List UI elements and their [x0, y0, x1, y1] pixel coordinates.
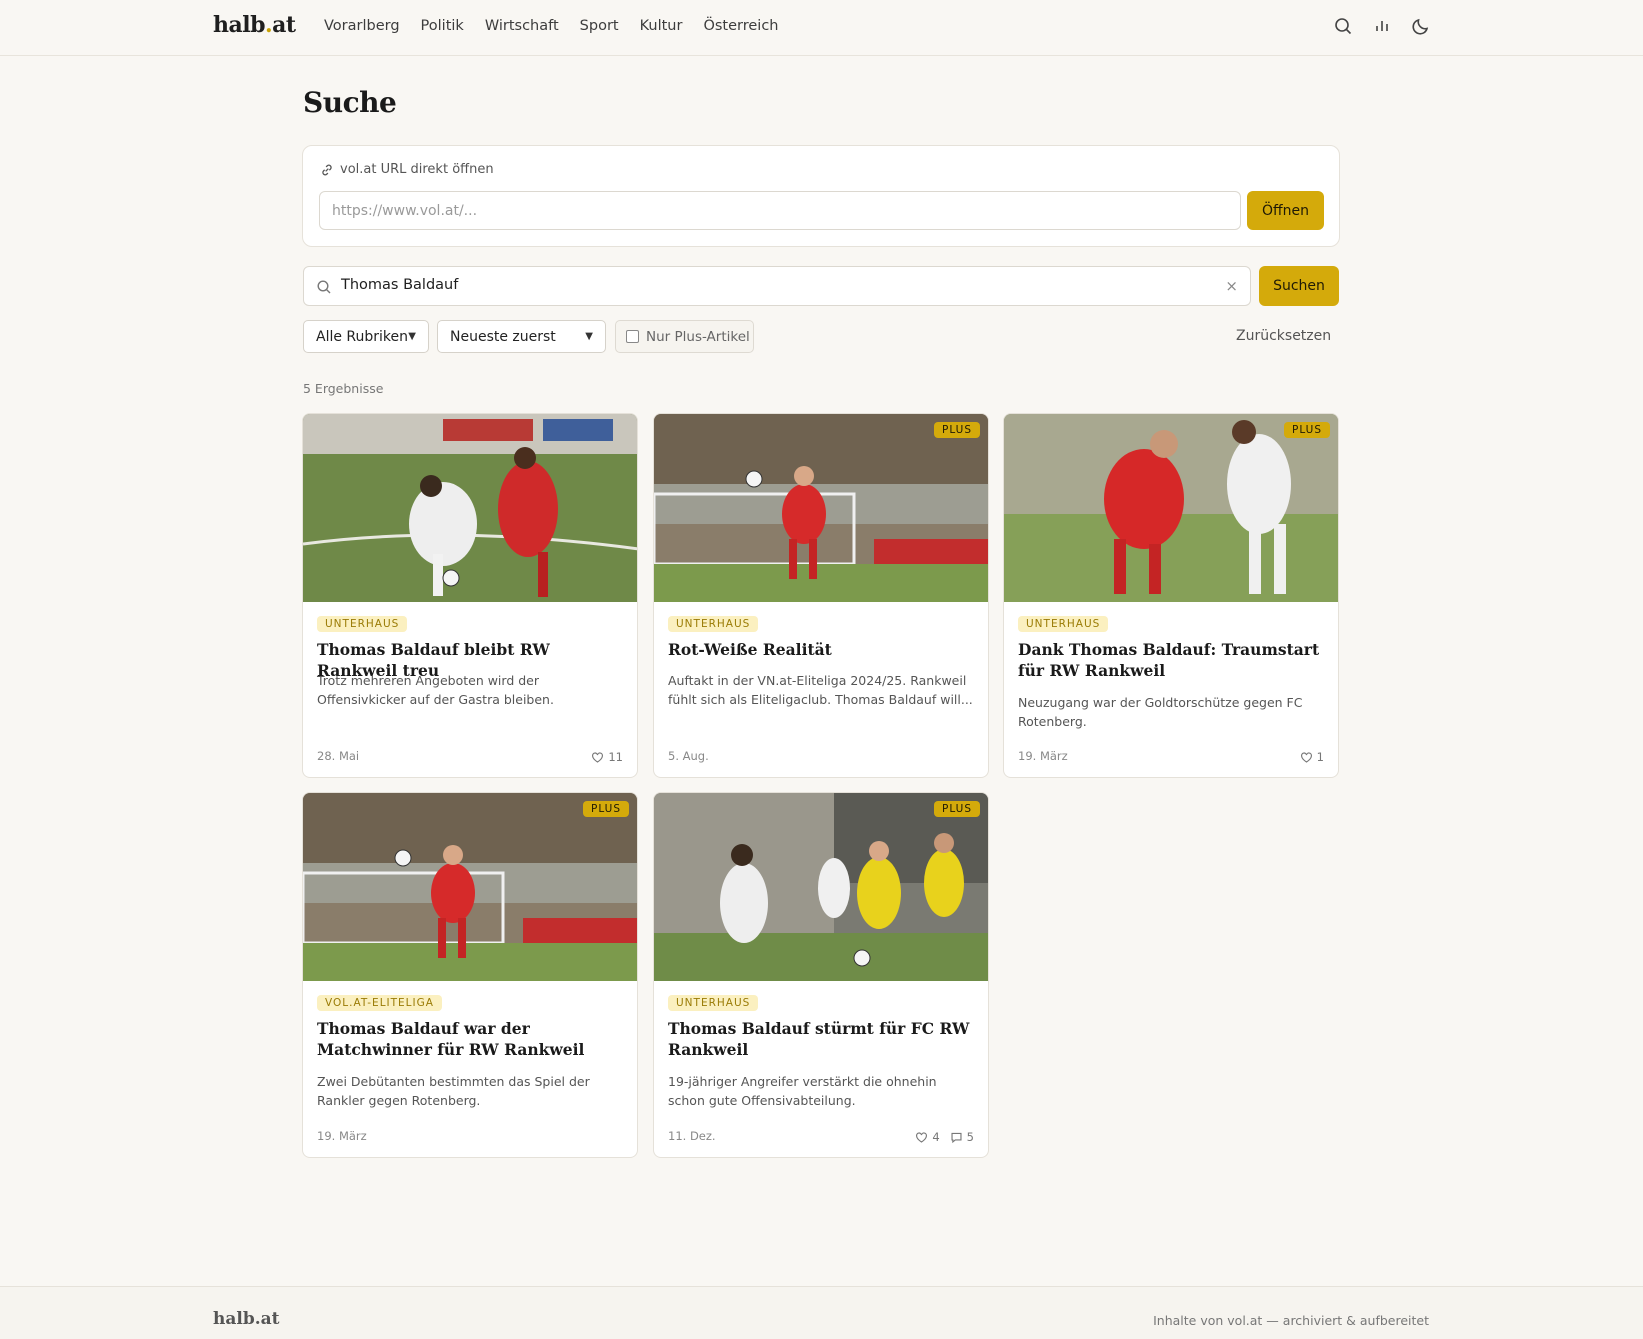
plus-only-label: Nur Plus-Artikel [646, 328, 750, 345]
chart-icon[interactable] [1372, 16, 1392, 36]
article-meta: 11 [591, 750, 623, 764]
article-description: Zwei Debütanten bestimmten das Spiel der… [317, 1074, 590, 1108]
plus-badge: PLUS [582, 801, 629, 817]
search-icon[interactable] [1333, 16, 1353, 36]
nav-item-kultur[interactable]: Kultur [640, 18, 683, 34]
article-description: Trotz mehreren Angeboten wird der Offens… [317, 673, 554, 707]
search-input[interactable]: Thomas Baldauf × [303, 266, 1251, 306]
plus-badge: PLUS [1283, 422, 1330, 438]
category-tag: VOL.AT-ELITELIGA [317, 995, 442, 1011]
heart-icon [916, 1131, 928, 1143]
article-card[interactable]: PLUS UNTERHAUS Rot-Weiße Realität Auftak… [653, 413, 989, 778]
moon-icon[interactable] [1411, 16, 1431, 36]
search-button[interactable]: Suchen [1259, 266, 1339, 306]
chevron-down-icon: ▼ [585, 331, 593, 342]
article-date: 5. Aug. [668, 749, 709, 763]
article-image[interactable] [654, 793, 988, 981]
url-open-panel: vol.at URL direkt öffnen Öffnen [302, 145, 1340, 247]
plus-only-filter[interactable]: Nur Plus-Artikel [615, 320, 754, 353]
plus-badge: PLUS [933, 422, 980, 438]
sort-select-value: Neueste zuerst [450, 328, 556, 345]
article-card[interactable]: UNTERHAUS Thomas Baldauf bleibt RW Rankw… [302, 413, 638, 778]
url-label: vol.at URL direkt öffnen [320, 162, 494, 177]
article-card[interactable]: PLUS VOL.AT-ELITELIGA Thomas Baldauf war… [302, 792, 638, 1158]
comment-count: 5 [950, 1130, 974, 1144]
article-meta: 1 [1300, 750, 1324, 764]
nav-item-oesterreich[interactable]: Österreich [703, 18, 778, 34]
article-image[interactable] [303, 414, 637, 602]
like-count-value: 1 [1316, 750, 1324, 764]
article-date: 28. Mai [317, 749, 360, 763]
header-actions [1333, 16, 1431, 36]
article-description: Auftakt in der VN.at-Eliteliga 2024/25. … [668, 673, 973, 707]
article-description: Neuzugang war der Goldtorschütze gegen F… [1018, 695, 1303, 729]
chevron-down-icon: ▼ [408, 331, 416, 342]
site-logo[interactable]: halb.at [213, 12, 296, 38]
article-meta: 4 5 [915, 1130, 974, 1144]
reset-button[interactable]: Zurücksetzen [1236, 328, 1331, 344]
page-title: Suche [303, 86, 397, 119]
top-navigation-bar: halb.at Vorarlberg Politik Wirtschaft Sp… [0, 0, 1643, 56]
article-title[interactable]: Thomas Baldauf war der Matchwinner für R… [317, 1018, 627, 1060]
link-icon [322, 164, 332, 175]
search-value[interactable]: Thomas Baldauf [341, 277, 458, 293]
nav-item-vorarlberg[interactable]: Vorarlberg [324, 18, 400, 34]
article-card[interactable]: PLUS UNTERHAUS Dank Thomas Baldauf: Trau… [1003, 413, 1339, 778]
nav-item-politik[interactable]: Politik [421, 18, 464, 34]
footer-text: Inhalte von vol.at — archiviert & aufber… [1153, 1313, 1429, 1328]
search-icon [317, 280, 331, 294]
url-label-text: vol.at URL direkt öffnen [340, 162, 494, 177]
article-title[interactable]: Rot-Weiße Realität [668, 639, 978, 660]
category-tag: UNTERHAUS [668, 616, 759, 632]
article-date: 11. Dez. [668, 1129, 716, 1143]
comment-icon [951, 1132, 962, 1143]
open-url-button[interactable]: Öffnen [1247, 191, 1324, 230]
nav-item-sport[interactable]: Sport [580, 18, 619, 34]
category-tag: UNTERHAUS [1018, 616, 1109, 632]
plus-only-checkbox[interactable] [626, 330, 639, 343]
footer-logo[interactable]: halb.at [213, 1309, 280, 1329]
article-date: 19. März [317, 1129, 367, 1143]
heart-icon [1300, 751, 1312, 763]
footer: halb.at Inhalte von vol.at — archiviert … [0, 1286, 1643, 1339]
url-input[interactable] [319, 191, 1241, 230]
article-title[interactable]: Thomas Baldauf stürmt für FC RW Rankweil [668, 1018, 978, 1060]
heart-icon [592, 751, 604, 763]
category-tag: UNTERHAUS [317, 616, 408, 632]
like-count-value: 4 [932, 1130, 940, 1144]
like-count-value: 11 [608, 750, 623, 764]
nav-item-wirtschaft[interactable]: Wirtschaft [485, 18, 559, 34]
article-title[interactable]: Dank Thomas Baldauf: Traumstart für RW R… [1018, 639, 1328, 681]
article-date: 19. März [1018, 749, 1068, 763]
sort-select[interactable]: Neueste zuerst ▼ [437, 320, 606, 353]
main-nav: Vorarlberg Politik Wirtschaft Sport Kult… [324, 18, 779, 34]
rubrik-select-value: Alle Rubriken [316, 328, 409, 345]
article-card[interactable]: PLUS UNTERHAUS Thomas Baldauf stürmt für… [653, 792, 989, 1158]
like-count: 4 [915, 1130, 940, 1144]
article-image[interactable] [1004, 414, 1338, 602]
article-image[interactable] [303, 793, 637, 981]
comment-count-value: 5 [966, 1130, 974, 1144]
plus-badge: PLUS [933, 801, 980, 817]
article-description: 19-jähriger Angreifer verstärkt die ohne… [668, 1074, 937, 1108]
result-count: 5 Ergebnisse [303, 381, 384, 396]
close-icon[interactable]: × [1225, 277, 1238, 295]
article-image[interactable] [654, 414, 988, 602]
category-tag: UNTERHAUS [668, 995, 759, 1011]
like-count: 11 [591, 750, 623, 764]
like-count: 1 [1300, 750, 1324, 764]
rubrik-select[interactable]: Alle Rubriken ▼ [303, 320, 429, 353]
